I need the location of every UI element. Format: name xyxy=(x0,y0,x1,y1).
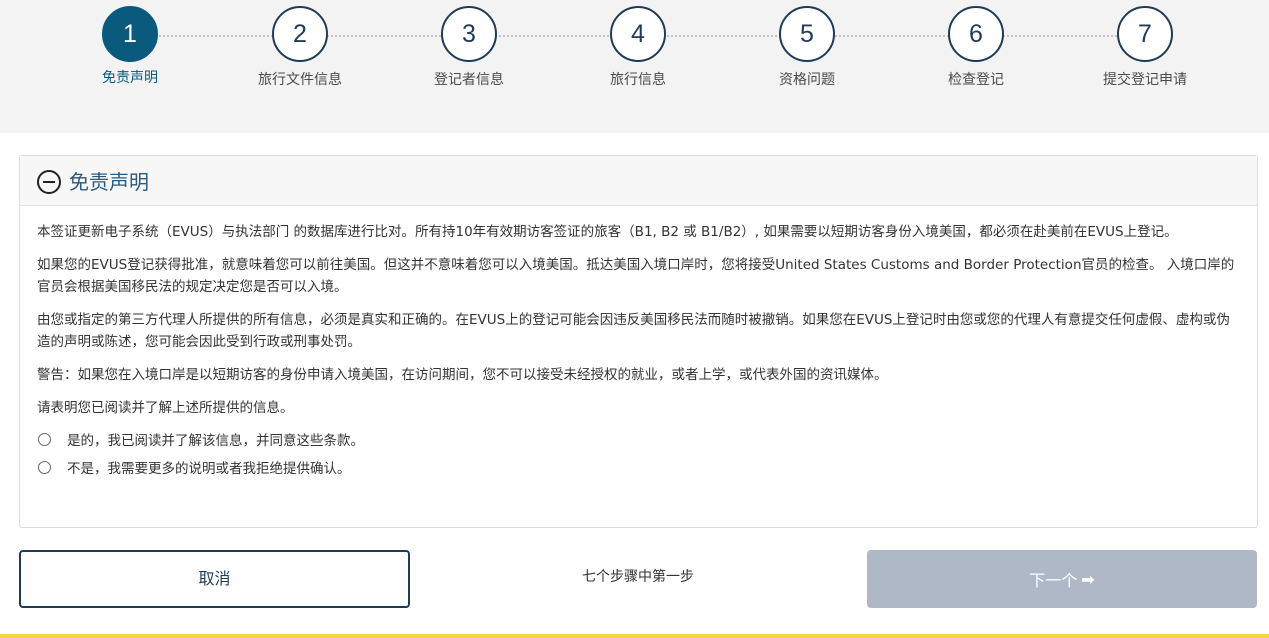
progress-stepper: 1 免责声明 2 旅行文件信息 3 登记者信息 4 旅行信息 5 资格问题 6 … xyxy=(0,0,1269,133)
step-2-label: 旅行文件信息 xyxy=(258,72,342,88)
disclaimer-panel-body: 本签证更新电子系统（EVUS）与执法部门 的数据库进行比对。所有持10年有效期访… xyxy=(20,206,1257,481)
disclaimer-paragraph-2: 如果您的EVUS登记获得批准，就意味着您可以前往美国。但这并不意味着您可以入境美… xyxy=(37,257,1235,295)
step-7[interactable]: 7 提交登记申请 xyxy=(1075,6,1215,89)
disclaimer-warning: 警告：如果您在入境口岸是以短期访客的身份申请入境美国，在访问期间，您不可以接受未… xyxy=(37,367,888,383)
step-counter: 七个步骤中第一步 xyxy=(582,569,694,585)
disclaimer-panel: 免责声明 本签证更新电子系统（EVUS）与执法部门 的数据库进行比对。所有持10… xyxy=(19,155,1258,528)
step-3[interactable]: 3 登记者信息 xyxy=(399,6,539,89)
arrow-right-icon: ➡ xyxy=(1081,569,1095,589)
step-2[interactable]: 2 旅行文件信息 xyxy=(230,6,370,89)
step-6[interactable]: 6 检查登记 xyxy=(906,6,1046,89)
step-4-label: 旅行信息 xyxy=(610,72,666,88)
radio-agree[interactable] xyxy=(38,432,51,446)
option-decline[interactable]: 不是，我需要更多的说明或者我拒绝提供确认。 xyxy=(37,453,1240,481)
next-button-label: 下一个 xyxy=(1029,571,1078,590)
step-1-label: 免责声明 xyxy=(102,70,158,86)
minus-circle-icon[interactable] xyxy=(37,170,61,194)
panel-title: 免责声明 xyxy=(69,170,149,194)
disclaimer-paragraph-1: 本签证更新电子系统（EVUS）与执法部门 的数据库进行比对。所有持10年有效期访… xyxy=(37,224,1178,240)
cancel-button[interactable]: 取消 xyxy=(19,550,410,608)
step-6-label: 检查登记 xyxy=(948,72,1004,88)
accent-bottom-bar xyxy=(0,634,1269,638)
step-1-circle: 1 xyxy=(102,6,158,62)
disclaimer-paragraph-3: 由您或指定的第三方代理人所提供的所有信息，必须是真实和正确的。在EVUS上的登记… xyxy=(37,312,1230,350)
step-3-label: 登记者信息 xyxy=(434,72,504,88)
step-5-label: 资格问题 xyxy=(779,72,835,88)
step-5-circle: 5 xyxy=(779,6,835,62)
step-3-circle: 3 xyxy=(441,6,497,62)
next-button[interactable]: 下一个 ➡ xyxy=(867,550,1257,608)
acknowledge-prompt: 请表明您已阅读并了解上述所提供的信息。 xyxy=(37,400,294,416)
step-1[interactable]: 1 免责声明 xyxy=(60,6,200,87)
option-agree-label: 是的，我已阅读并了解该信息，并同意这些条款。 xyxy=(67,433,364,449)
step-4[interactable]: 4 旅行信息 xyxy=(568,6,708,89)
step-6-circle: 6 xyxy=(948,6,1004,62)
step-2-circle: 2 xyxy=(272,6,328,62)
step-7-circle: 7 xyxy=(1117,6,1173,62)
option-decline-label: 不是，我需要更多的说明或者我拒绝提供确认。 xyxy=(67,461,351,477)
step-4-circle: 4 xyxy=(610,6,666,62)
step-7-label: 提交登记申请 xyxy=(1103,72,1187,88)
step-5[interactable]: 5 资格问题 xyxy=(737,6,877,89)
option-agree[interactable]: 是的，我已阅读并了解该信息，并同意这些条款。 xyxy=(37,425,1240,453)
disclaimer-panel-header[interactable]: 免责声明 xyxy=(20,156,1257,206)
radio-decline[interactable] xyxy=(38,460,51,474)
